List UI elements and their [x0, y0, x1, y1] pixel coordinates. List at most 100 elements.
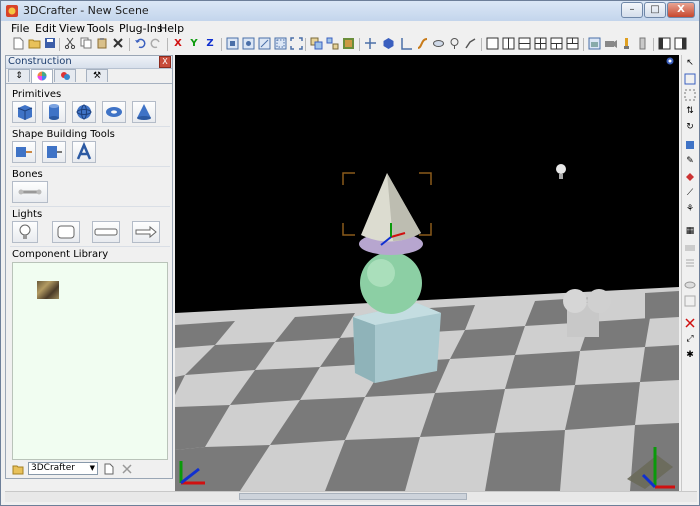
sphere-button[interactable] — [72, 101, 96, 123]
pin-icon[interactable] — [447, 37, 461, 51]
panel-close-button[interactable]: X — [159, 56, 171, 68]
new-page-icon[interactable] — [104, 463, 114, 475]
panel-right-icon[interactable] — [673, 37, 687, 51]
scene-light-bulb[interactable] — [556, 164, 566, 179]
bone-button[interactable] — [12, 181, 48, 203]
directional-light-button[interactable] — [132, 221, 160, 243]
split-vertical-icon[interactable] — [501, 37, 515, 51]
extrude-icon[interactable] — [431, 37, 445, 51]
path-icon[interactable] — [415, 37, 429, 51]
redo-icon[interactable] — [149, 37, 163, 51]
tube-light-button[interactable] — [92, 221, 120, 243]
grid-snap-icon[interactable]: ▦ — [684, 225, 696, 237]
split-horizontal-icon[interactable] — [517, 37, 531, 51]
paint-brush-icon[interactable]: ✎ — [684, 155, 696, 167]
material-icon[interactable] — [341, 37, 355, 51]
3d-scene — [175, 57, 679, 491]
three-view-icon[interactable] — [549, 37, 563, 51]
undo-icon[interactable] — [133, 37, 147, 51]
section-lights-label: Lights — [12, 209, 43, 220]
new-icon[interactable] — [11, 37, 25, 51]
cube-button[interactable] — [12, 101, 36, 123]
tab-transform[interactable]: ⇕ — [8, 69, 30, 82]
angle-icon[interactable] — [399, 37, 413, 51]
layers-icon[interactable] — [684, 241, 696, 253]
panel-left-icon[interactable] — [657, 37, 671, 51]
zoom-extent-icon[interactable] — [257, 37, 271, 51]
menu-tools[interactable]: Tools — [87, 22, 114, 35]
background-icon[interactable] — [587, 37, 601, 51]
component-library[interactable] — [12, 262, 168, 460]
extrude-button[interactable] — [42, 141, 66, 163]
library-component-thumbnail[interactable] — [37, 281, 59, 299]
rotate-icon[interactable]: ↻ — [684, 121, 696, 133]
lathe-button[interactable] — [12, 141, 36, 163]
menu-plug-ins[interactable]: Plug-Ins — [119, 22, 163, 35]
tab-construction[interactable] — [31, 69, 53, 83]
figure-icon[interactable]: ✱ — [684, 349, 696, 361]
cube-object[interactable] — [353, 303, 441, 383]
folder-icon[interactable] — [12, 463, 24, 475]
area-light-button[interactable] — [52, 221, 80, 243]
library-select[interactable]: 3DCrafter ▼ — [28, 462, 98, 475]
fit-selection-icon[interactable] — [241, 37, 255, 51]
axis-z-toggle[interactable]: Z — [203, 37, 217, 51]
group-icon[interactable] — [309, 37, 323, 51]
shape-tool-icon[interactable] — [381, 37, 395, 51]
quad-view-icon[interactable] — [533, 37, 547, 51]
tab-paint[interactable] — [54, 69, 76, 82]
ungroup-icon[interactable] — [325, 37, 339, 51]
cut-icon[interactable] — [63, 37, 77, 51]
cylinder-button[interactable] — [42, 101, 66, 123]
bucket-icon[interactable] — [684, 171, 696, 183]
delete-icon[interactable] — [111, 37, 125, 51]
sphere-object[interactable] — [360, 252, 422, 314]
horizontal-scrollbar[interactable] — [5, 491, 697, 502]
three-view-alt-icon[interactable] — [565, 37, 579, 51]
menu-view[interactable]: View — [59, 22, 85, 35]
maximize-button[interactable]: □ — [644, 2, 666, 18]
viewport-settings-icon[interactable] — [666, 57, 674, 65]
move-icon[interactable]: ⇅ — [684, 105, 696, 117]
frame-select-icon[interactable] — [684, 295, 696, 307]
point-light-button[interactable] — [12, 221, 38, 243]
tab-tools[interactable]: ⚒ — [86, 69, 108, 82]
scale-icon[interactable] — [684, 139, 696, 151]
axis-widget-icon[interactable] — [363, 37, 377, 51]
expand-icon[interactable]: ⤢ — [684, 333, 696, 345]
delete-icon[interactable] — [122, 464, 132, 474]
menu-help[interactable]: Help — [159, 22, 184, 35]
axis-x-toggle[interactable]: X — [171, 37, 185, 51]
eyedropper-icon[interactable]: ⟋ — [684, 187, 696, 199]
list-icon[interactable] — [684, 257, 696, 269]
select-region-icon[interactable] — [684, 89, 696, 101]
tree-icon[interactable]: ⚘ — [684, 203, 696, 215]
menu-file[interactable]: File — [11, 22, 29, 35]
battery-icon[interactable] — [635, 37, 649, 51]
scrollbar-thumb[interactable] — [239, 493, 467, 500]
menu-edit[interactable]: Edit — [35, 22, 56, 35]
paste-icon[interactable] — [95, 37, 109, 51]
select-box-icon[interactable] — [684, 73, 696, 85]
save-icon[interactable] — [43, 37, 57, 51]
select-arrow-icon[interactable]: ↖ — [684, 57, 696, 69]
torus-button[interactable] — [102, 101, 126, 123]
open-icon[interactable] — [27, 37, 41, 51]
fit-all-icon[interactable] — [225, 37, 239, 51]
frame-icon[interactable] — [289, 37, 303, 51]
camera-icon[interactable] — [603, 37, 617, 51]
curve-icon[interactable] — [463, 37, 477, 51]
single-view-icon[interactable] — [485, 37, 499, 51]
remove-icon[interactable] — [684, 317, 696, 329]
axis-y-toggle[interactable]: Y — [187, 37, 201, 51]
3d-viewport[interactable] — [175, 55, 679, 491]
text-3d-button[interactable] — [72, 141, 96, 163]
zoom-window-icon[interactable] — [273, 37, 287, 51]
close-button[interactable]: X — [667, 2, 695, 18]
cone-button[interactable] — [132, 101, 156, 123]
copy-icon[interactable] — [79, 37, 93, 51]
ellipse-icon[interactable] — [684, 279, 696, 291]
lamp-icon[interactable] — [619, 37, 633, 51]
minimize-button[interactable]: – — [621, 2, 643, 18]
toolbar-separator — [221, 38, 222, 51]
